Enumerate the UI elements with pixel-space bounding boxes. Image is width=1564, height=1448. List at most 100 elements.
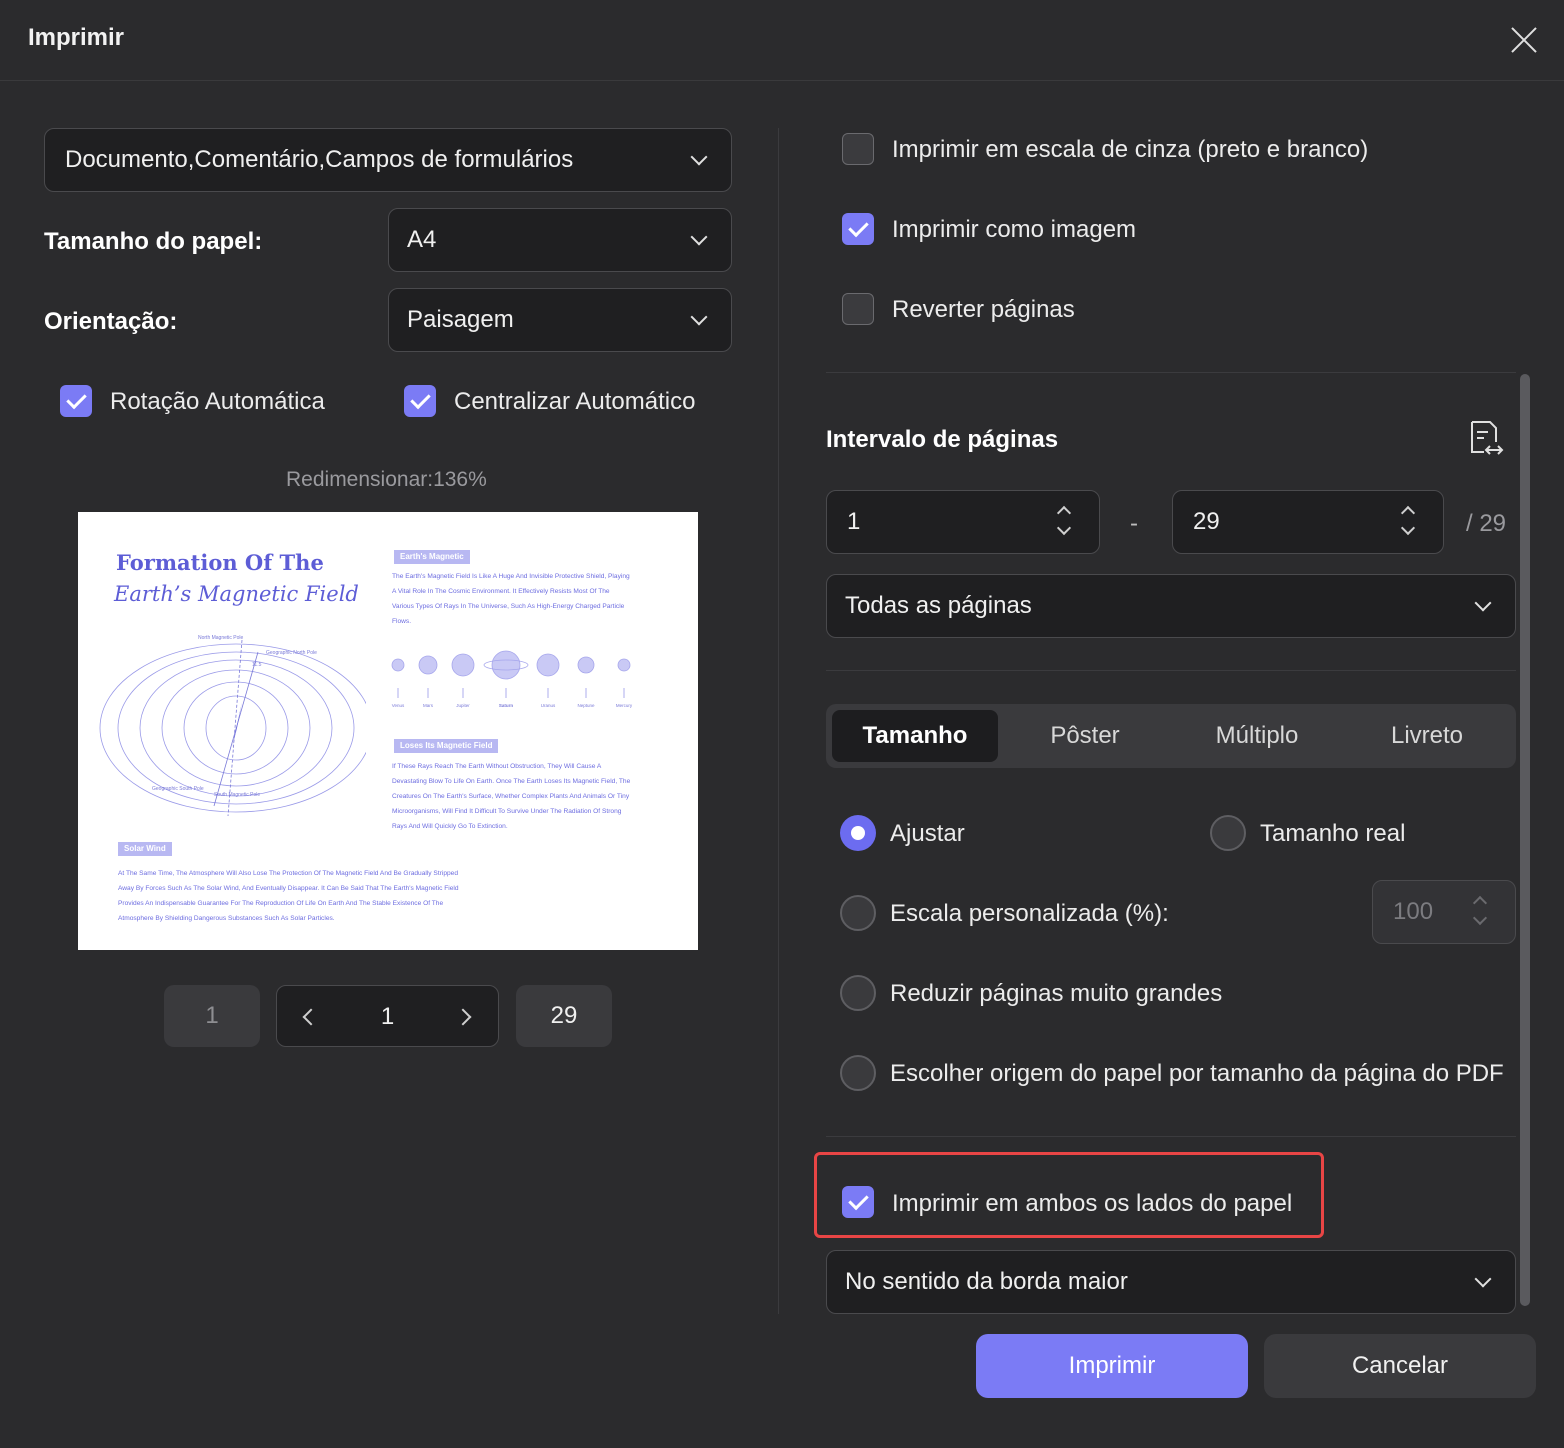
preview-paragraph-1: The Earth's Magnetic Field Is Like A Hug…: [392, 569, 632, 629]
title-bar: Imprimir: [0, 0, 1564, 81]
planet-label: Jupiter: [456, 703, 470, 708]
spin-up-icon[interactable]: [1057, 506, 1071, 520]
spin-down-icon[interactable]: [1401, 521, 1415, 535]
duplex-edge-select[interactable]: No sentido da borda maior: [826, 1250, 1516, 1314]
actual-size-radio[interactable]: [1210, 815, 1246, 851]
range-total: / 29: [1466, 510, 1506, 538]
print-as-image-label: Imprimir como imagem: [892, 216, 1136, 244]
range-to-value: 29: [1193, 508, 1220, 536]
cancel-button[interactable]: Cancelar: [1264, 1334, 1536, 1398]
preview-paragraph-3: At The Same Time, The Atmosphere Will Al…: [118, 866, 460, 926]
print-button[interactable]: Imprimir: [976, 1334, 1248, 1398]
diagram-label-geo-south: Geographic South Pole: [152, 786, 204, 792]
planet-label: Mars: [423, 703, 434, 708]
range-from-value: 1: [847, 508, 860, 536]
range-to-input[interactable]: 29: [1172, 490, 1444, 554]
planet-label: Uranus: [541, 703, 556, 708]
section-divider: [826, 670, 1516, 671]
page-preview: Formation Of The Earth’s Magnetic Field …: [78, 512, 698, 950]
page-navigator: 1: [276, 985, 499, 1047]
auto-rotate-checkbox[interactable]: [60, 385, 92, 417]
chevron-down-icon: [691, 149, 708, 166]
duplex-label: Imprimir em ambos os lados do papel: [892, 1190, 1292, 1218]
panel-divider: [778, 128, 779, 1314]
preview-subtitle: Earth’s Magnetic Field: [114, 582, 359, 606]
resize-text: Redimensionar:136%: [286, 468, 487, 492]
diagram-label-angle: 11.5: [252, 662, 262, 668]
spin-down-icon[interactable]: [1057, 521, 1071, 535]
auto-center-checkbox[interactable]: [404, 385, 436, 417]
preview-paragraph-2: If These Rays Reach The Earth Without Ob…: [392, 759, 632, 834]
tab-livreto[interactable]: Livreto: [1344, 710, 1510, 762]
print-dialog: Imprimir Documento,Comentário,Campos de …: [0, 0, 1564, 1448]
preview-tag-loses-field: Loses Its Magnetic Field: [394, 739, 498, 753]
first-page-button[interactable]: 1: [164, 985, 260, 1047]
planets-diagram: Venus Mars Jupiter Saturn Uranus Neptune…: [386, 646, 646, 712]
pages-select-value: Todas as páginas: [845, 592, 1032, 620]
paper-size-value: A4: [407, 226, 436, 254]
fit-label: Ajustar: [890, 820, 965, 848]
shrink-label: Reduzir páginas muito grandes: [890, 980, 1222, 1008]
paper-source-radio[interactable]: [840, 1055, 876, 1091]
planet-label: Venus: [392, 703, 405, 708]
planet-label: Mercury: [616, 703, 633, 708]
dialog-title: Imprimir: [28, 24, 124, 52]
content-select[interactable]: Documento,Comentário,Campos de formulári…: [44, 128, 732, 192]
reverse-pages-checkbox[interactable]: [842, 293, 874, 325]
size-mode-tabs: Tamanho Pôster Múltiplo Livreto: [826, 704, 1516, 768]
chevron-down-icon: [691, 229, 708, 246]
section-divider: [826, 372, 1516, 373]
diagram-label-geo-north: Geographic North Pole: [266, 650, 317, 656]
fit-radio[interactable]: [840, 815, 876, 851]
close-icon[interactable]: [1506, 22, 1542, 58]
scrollbar[interactable]: [1520, 374, 1530, 1306]
grayscale-label: Imprimir em escala de cinza (preto e bra…: [892, 136, 1368, 164]
last-page-button[interactable]: 29: [516, 985, 612, 1047]
planet-label: Saturn: [499, 703, 514, 708]
chevron-down-icon: [1475, 595, 1492, 612]
preview-title: Formation Of The: [116, 550, 324, 575]
chevron-right-icon[interactable]: [455, 1009, 472, 1026]
actual-size-label: Tamanho real: [1260, 820, 1405, 848]
custom-scale-input[interactable]: 100: [1372, 880, 1516, 944]
custom-scale-label: Escala personalizada (%):: [890, 900, 1169, 928]
paper-source-label: Escolher origem do papel por tamanho da …: [890, 1060, 1504, 1088]
duplex-checkbox[interactable]: [842, 1186, 874, 1218]
spin-up-icon[interactable]: [1473, 896, 1487, 910]
current-page-input[interactable]: 1: [381, 1003, 394, 1030]
diagram-label-north-magnetic: North Magnetic Pole: [198, 635, 244, 641]
reverse-pages-label: Reverter páginas: [892, 296, 1075, 324]
paper-size-label: Tamanho do papel:: [44, 228, 262, 256]
chevron-left-icon[interactable]: [303, 1009, 320, 1026]
tab-tamanho[interactable]: Tamanho: [832, 710, 998, 762]
range-from-input[interactable]: 1: [826, 490, 1100, 554]
pages-select[interactable]: Todas as páginas: [826, 574, 1516, 638]
orientation-value: Paisagem: [407, 306, 514, 334]
print-as-image-checkbox[interactable]: [842, 213, 874, 245]
duplex-edge-value: No sentido da borda maior: [845, 1268, 1128, 1296]
magnetic-field-diagram: North Magnetic Pole Geographic North Pol…: [96, 630, 366, 820]
spin-down-icon[interactable]: [1473, 911, 1487, 925]
page-range-title: Intervalo de páginas: [826, 426, 1058, 454]
planet-label: Neptune: [577, 703, 595, 708]
auto-rotate-label: Rotação Automática: [110, 388, 325, 416]
preview-tag-solar-wind: Solar Wind: [118, 842, 172, 856]
diagram-label-south-magnetic: South Magnetic Pole: [214, 792, 260, 798]
custom-scale-value: 100: [1393, 898, 1433, 926]
section-divider: [826, 1136, 1516, 1137]
page-range-swap-icon[interactable]: [1466, 420, 1504, 458]
preview-tag-earths-magnetic: Earth's Magnetic: [394, 550, 470, 564]
orientation-select[interactable]: Paisagem: [388, 288, 732, 352]
custom-scale-radio[interactable]: [840, 895, 876, 931]
paper-size-select[interactable]: A4: [388, 208, 732, 272]
orientation-label: Orientação:: [44, 308, 177, 336]
range-dash: -: [1130, 510, 1138, 538]
tab-multiplo[interactable]: Múltiplo: [1172, 710, 1342, 762]
chevron-down-icon: [1475, 1271, 1492, 1288]
shrink-radio[interactable]: [840, 975, 876, 1011]
chevron-down-icon: [691, 309, 708, 326]
tab-poster[interactable]: Pôster: [1002, 710, 1168, 762]
grayscale-checkbox[interactable]: [842, 133, 874, 165]
spin-up-icon[interactable]: [1401, 506, 1415, 520]
auto-center-label: Centralizar Automático: [454, 388, 695, 416]
